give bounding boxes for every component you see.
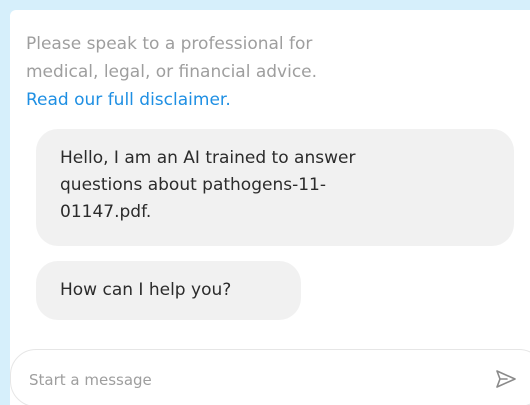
message-input[interactable] xyxy=(27,365,461,395)
message-line: questions about pathogens-11- xyxy=(60,175,326,195)
assistant-message: Hello, I am an AI trained to answer ques… xyxy=(36,129,514,246)
assistant-message: How can I help you? xyxy=(36,261,301,320)
message-line: How can I help you? xyxy=(60,280,232,300)
disclaimer: Please speak to a professional for medic… xyxy=(26,30,446,114)
message-line: 01147.pdf. xyxy=(60,202,152,222)
message-line: Hello, I am an AI trained to answer xyxy=(60,148,356,168)
disclaimer-line-2: medical, legal, or financial advice. xyxy=(26,62,318,82)
disclaimer-line-1: Please speak to a professional for xyxy=(26,34,313,54)
chat-panel: Please speak to a professional for medic… xyxy=(10,10,530,405)
message-composer xyxy=(10,349,530,405)
send-icon[interactable] xyxy=(495,369,517,389)
disclaimer-link[interactable]: Read our full disclaimer. xyxy=(26,86,446,114)
send-icon-glyph xyxy=(496,370,516,388)
